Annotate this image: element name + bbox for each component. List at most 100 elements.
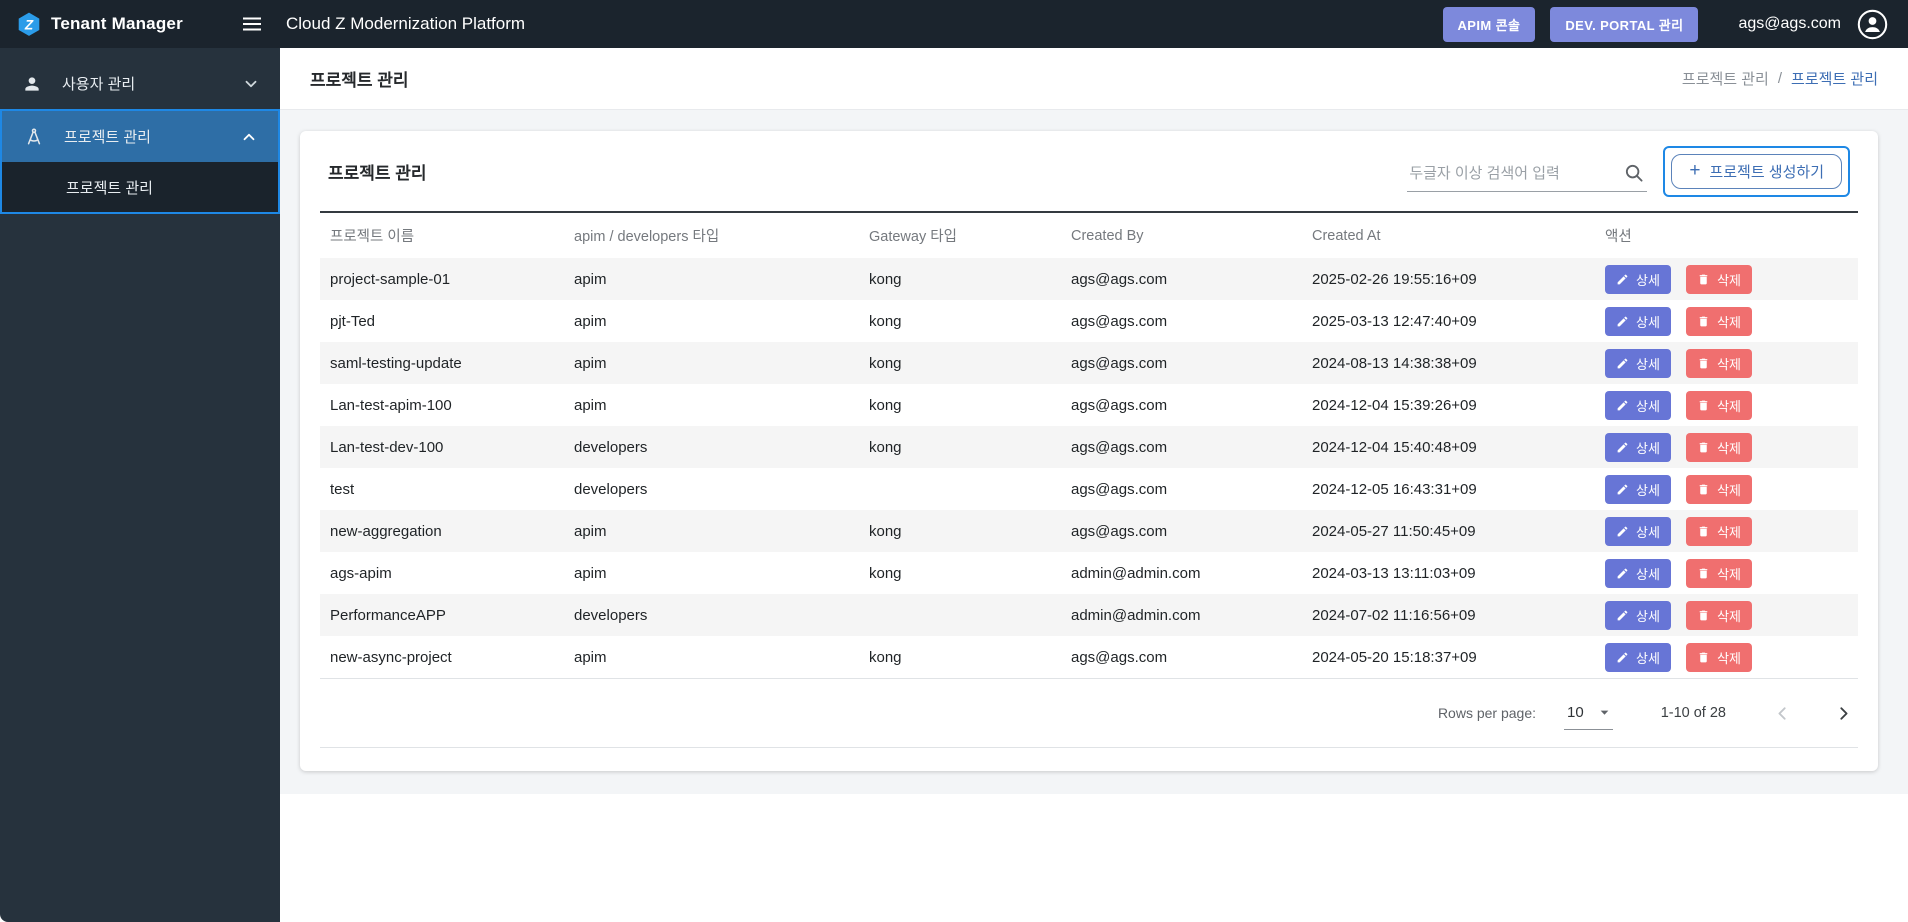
cell-actions: 상세 삭제 (1595, 594, 1858, 636)
delete-button-label: 삭제 (1717, 356, 1742, 372)
breadcrumb: 프로젝트 관리 / 프로젝트 관리 (1682, 68, 1878, 89)
delete-button[interactable]: 삭제 (1686, 600, 1753, 630)
content-header: 프로젝트 관리 프로젝트 관리 / 프로젝트 관리 (280, 48, 1908, 110)
table-row[interactable]: ags-apim apim kong admin@admin.com 2024-… (320, 552, 1858, 594)
detail-button[interactable]: 상세 (1605, 600, 1671, 630)
pencil-icon (1616, 441, 1629, 454)
rows-per-page-select[interactable]: 10 (1564, 704, 1613, 730)
detail-button[interactable]: 상세 (1605, 390, 1671, 420)
cell-project-name: new-aggregation (330, 522, 442, 540)
card-title: 프로젝트 관리 (328, 163, 427, 183)
table-row[interactable]: new-aggregation apim kong ags@ags.com 20… (320, 510, 1858, 552)
cell-type: apim (574, 354, 607, 372)
cell-gateway: kong (869, 522, 902, 540)
trash-icon (1697, 483, 1710, 496)
breadcrumb-item-current[interactable]: 프로젝트 관리 (1791, 68, 1878, 89)
cell-created-at: 2025-03-13 12:47:40+09 (1312, 312, 1477, 330)
detail-button[interactable]: 상세 (1605, 558, 1671, 588)
delete-button[interactable]: 삭제 (1686, 306, 1753, 336)
detail-button-label: 상세 (1636, 398, 1660, 414)
sidebar: 사용자 관리 프로젝트 관리 프로젝트 관리 (0, 48, 280, 922)
sidebar-toggle-button[interactable] (232, 4, 272, 44)
search-box (1407, 162, 1648, 192)
search-input[interactable] (1409, 164, 1608, 182)
projects-table: 프로젝트 이름 apim / developers 타입 Gateway 타입 … (320, 211, 1858, 678)
detail-button[interactable]: 상세 (1605, 306, 1671, 336)
cell-type: apim (574, 270, 607, 288)
trash-icon (1697, 525, 1710, 538)
table-row[interactable]: Lan-test-dev-100 developers kong ags@ags… (320, 426, 1858, 468)
table-row[interactable]: pjt-Ted apim kong ags@ags.com 2025-03-13… (320, 300, 1858, 342)
project-management-card: 프로젝트 관리 두글자 이상 검색어 입력 + 프로젝트 생성하기 프로젝트 이… (300, 131, 1878, 771)
cell-type: apim (574, 648, 607, 666)
cell-type: apim (574, 522, 607, 540)
cell-type: developers (574, 480, 648, 498)
next-page-button[interactable] (1833, 703, 1854, 724)
table-row[interactable]: PerformanceAPP developers admin@admin.co… (320, 594, 1858, 636)
cell-project-name: PerformanceAPP (330, 606, 446, 624)
create-project-button[interactable]: + 프로젝트 생성하기 (1671, 153, 1842, 189)
delete-button-label: 삭제 (1717, 482, 1742, 498)
detail-button[interactable]: 상세 (1605, 642, 1671, 672)
chevron-down-icon (242, 75, 260, 93)
detail-button-label: 상세 (1636, 482, 1660, 498)
apim-console-button[interactable]: APIM 콘솔 (1442, 6, 1536, 42)
delete-button[interactable]: 삭제 (1686, 474, 1753, 504)
cell-created-at: 2024-12-04 15:40:48+09 (1312, 438, 1477, 456)
detail-button[interactable]: 상세 (1605, 516, 1671, 546)
pencil-icon (1616, 315, 1629, 328)
detail-button[interactable]: 상세 (1605, 264, 1671, 294)
pencil-icon (1616, 525, 1629, 538)
cell-created-at: 2024-12-04 15:39:26+09 (1312, 396, 1477, 414)
cell-project-name: saml-testing-update (330, 354, 462, 372)
top-bar: Z Tenant Manager Cloud Z Modernization P… (0, 0, 1908, 48)
table-row[interactable]: Lan-test-apim-100 apim kong ags@ags.com … (320, 384, 1858, 426)
delete-button[interactable]: 삭제 (1686, 516, 1753, 546)
dev-portal-button[interactable]: DEV. PORTAL 관리 (1550, 6, 1699, 42)
delete-button-label: 삭제 (1717, 398, 1742, 414)
delete-button-label: 삭제 (1717, 524, 1742, 540)
content-body: 프로젝트 관리 두글자 이상 검색어 입력 + 프로젝트 생성하기 프로젝트 이… (280, 110, 1908, 794)
cell-created-by: ags@ags.com (1071, 522, 1168, 540)
pencil-icon (1616, 651, 1629, 664)
detail-button[interactable]: 상세 (1605, 474, 1671, 504)
table-row[interactable]: saml-testing-update apim kong ags@ags.co… (320, 342, 1858, 384)
sidebar-item-user-management[interactable]: 사용자 관리 (0, 58, 280, 109)
delete-button[interactable]: 삭제 (1686, 432, 1753, 462)
delete-button[interactable]: 삭제 (1686, 558, 1753, 588)
avatar[interactable] (1857, 9, 1888, 40)
chevron-left-icon (1772, 703, 1793, 724)
brand[interactable]: Z Tenant Manager (0, 11, 232, 37)
trash-icon (1697, 357, 1710, 370)
table-row[interactable]: project-sample-01 apim kong ags@ags.com … (320, 258, 1858, 300)
detail-button[interactable]: 상세 (1605, 432, 1671, 462)
delete-button[interactable]: 삭제 (1686, 348, 1753, 378)
previous-page-button[interactable] (1772, 703, 1793, 724)
cell-created-at: 2024-05-27 11:50:45+09 (1312, 522, 1476, 540)
sidebar-item-project-management[interactable]: 프로젝트 관리 (2, 111, 278, 162)
delete-button[interactable]: 삭제 (1686, 390, 1753, 420)
brand-name: Tenant Manager (51, 14, 183, 33)
cell-created-by: ags@ags.com (1071, 438, 1168, 456)
table-body: project-sample-01 apim kong ags@ags.com … (320, 258, 1858, 678)
table-row[interactable]: test developers ags@ags.com 2024-12-05 1… (320, 468, 1858, 510)
cell-project-name: Lan-test-dev-100 (330, 438, 444, 456)
sidebar-item-label: 프로젝트 관리 (64, 129, 151, 146)
search-button[interactable] (1623, 162, 1645, 184)
breadcrumb-item[interactable]: 프로젝트 관리 (1682, 68, 1769, 89)
detail-button[interactable]: 상세 (1605, 348, 1671, 378)
sidebar-subitem-project-management[interactable]: 프로젝트 관리 (2, 162, 278, 212)
delete-button[interactable]: 삭제 (1686, 264, 1753, 294)
cell-created-at: 2024-07-02 11:16:56+09 (1312, 606, 1476, 624)
cell-created-at: 2024-03-13 13:11:03+09 (1312, 564, 1476, 582)
main-area: 프로젝트 관리 프로젝트 관리 / 프로젝트 관리 프로젝트 관리 두글자 이상… (280, 48, 1908, 922)
tenant-manager-logo-icon: Z (16, 11, 42, 37)
delete-button[interactable]: 삭제 (1686, 642, 1753, 672)
cell-gateway: kong (869, 564, 902, 582)
detail-button-label: 상세 (1636, 356, 1660, 372)
trash-icon (1697, 609, 1710, 622)
table-row[interactable]: new-async-project apim kong ags@ags.com … (320, 636, 1858, 678)
cell-created-by: ags@ags.com (1071, 648, 1168, 666)
user-email: ags@ags.com (1738, 15, 1841, 32)
create-project-button-label: 프로젝트 생성하기 (1709, 163, 1824, 181)
